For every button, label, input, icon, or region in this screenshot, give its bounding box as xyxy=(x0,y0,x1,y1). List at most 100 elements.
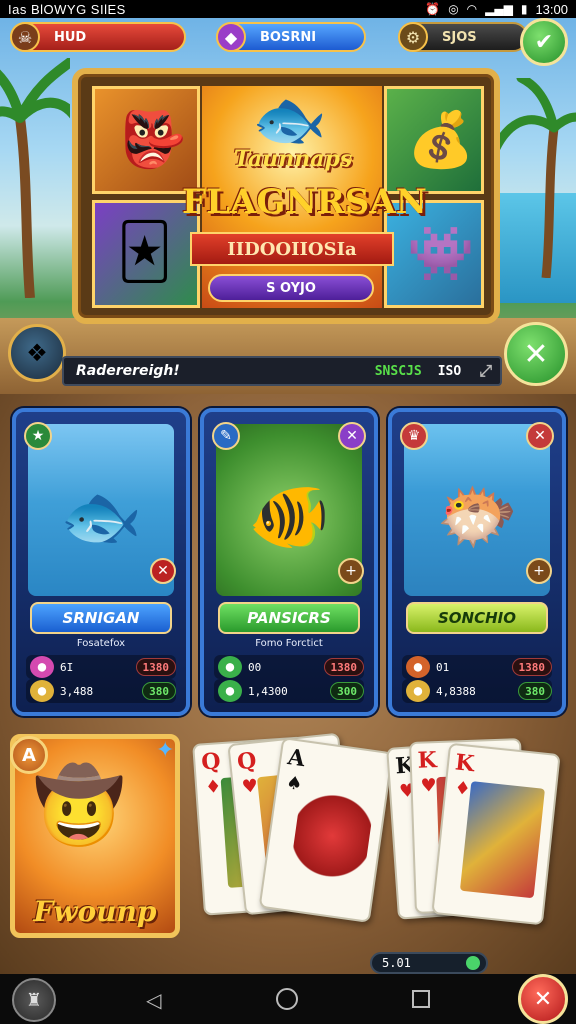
banner-panel-goblin: 👺 xyxy=(92,86,200,194)
card-1-row2-value: 380 xyxy=(142,682,176,700)
promo-badge: A xyxy=(10,736,48,774)
card-1-row-2: ● 3,488 380 xyxy=(30,680,176,702)
player-stat-value: ISO xyxy=(437,363,462,379)
alarm-icon: ⏰ xyxy=(425,2,441,16)
card-fan-icon: 🃏 xyxy=(117,220,173,283)
card-suit: ♦ xyxy=(204,776,223,799)
feather-badge-icon: ✎ xyxy=(212,422,240,450)
card-3-row1-count: 01 xyxy=(436,660,450,674)
pirate-avatar-icon: ☠ xyxy=(10,22,40,52)
expand-icon[interactable]: ⤢ xyxy=(479,361,492,381)
recent-apps-icon[interactable] xyxy=(412,990,430,1008)
top-confirm-button[interactable]: ✔ xyxy=(520,18,568,66)
card-suit: ♥ xyxy=(240,775,260,798)
card-2-play-button[interactable]: PANSICRS xyxy=(218,602,360,634)
card-2-row2-count: 1,4300 xyxy=(248,684,288,698)
home-icon[interactable] xyxy=(276,988,298,1010)
featured-banner[interactable]: 👺 🃏 🐟 💰 👾 Taunnaps FLAGNRSAN IIDOOIIOSIa… xyxy=(72,68,500,324)
coin-stack-icon: ● xyxy=(218,680,242,702)
promo-title: Fwounp xyxy=(33,895,157,928)
card-3-row2-value: 380 xyxy=(518,682,552,700)
hud-right-label: SJOS xyxy=(442,29,477,45)
sync-icon: ◎ xyxy=(448,2,459,16)
hud-left-label: HUD xyxy=(54,29,87,45)
card-2-subtitle: Fomo Forctict xyxy=(255,638,323,649)
card-3-row1-value: 1380 xyxy=(511,658,552,676)
exit-button[interactable]: ✕ xyxy=(518,974,568,1024)
add-badge-icon[interactable]: + xyxy=(338,558,364,584)
status-time: 13:00 xyxy=(535,1,568,17)
chip-indicator-icon xyxy=(466,956,480,970)
hud-mid-label: BOSRNI xyxy=(260,29,317,45)
crown-badge-icon: ♛ xyxy=(400,422,428,450)
card-1-row1-count: 6I xyxy=(60,660,74,674)
player-name: Raderereigh! xyxy=(76,363,180,379)
banner-panel-treasure: 💰 xyxy=(384,86,484,194)
card-suit: ♥ xyxy=(420,775,438,797)
remove-badge-icon[interactable]: ✕ xyxy=(150,558,176,584)
status-app-title: Ias BlOWYG SIlES xyxy=(8,1,126,17)
palm-tree-right xyxy=(496,78,576,278)
card-2-row2-value: 300 xyxy=(330,682,364,700)
status-bar: Ias BlOWYG SIlES ⏰ ◎ ◠ ▂▄▆ ▮ 13:00 xyxy=(0,0,576,18)
coin-stack-icon: ● xyxy=(30,680,54,702)
profile-button[interactable]: ♜ xyxy=(12,978,56,1022)
coin-stack-icon: ● xyxy=(406,680,430,702)
menu-badge-button[interactable]: ❖ xyxy=(8,324,66,382)
card-2-row1-count: 00 xyxy=(248,660,262,674)
card-rank: K xyxy=(453,749,476,778)
red-fish-icon: 🐡 xyxy=(436,478,519,555)
close-icon: ✕ xyxy=(533,986,553,1012)
card-3-row2-count: 4,8388 xyxy=(436,684,476,698)
card-rank: K xyxy=(417,747,438,774)
goblin-character-icon: 👺 xyxy=(119,108,187,171)
hud-player-pill[interactable]: ☠ HUD xyxy=(10,22,186,52)
card-1-row2-count: 3,488 xyxy=(60,684,94,698)
treasure-gold-icon: 💰 xyxy=(407,108,475,171)
hud-coins-pill[interactable]: ⚙ SJOS xyxy=(398,22,528,52)
tower-icon: ♜ xyxy=(25,989,43,1011)
card-1-row1-value: 1380 xyxy=(135,658,176,676)
purple-monster-icon: 👾 xyxy=(407,222,475,285)
card-rank: Q xyxy=(200,748,222,776)
card-face-art xyxy=(459,781,545,899)
signal-icon: ▂▄▆ xyxy=(485,2,513,16)
gem-icon: ◆ xyxy=(216,22,246,52)
card-rank: A xyxy=(285,744,307,773)
star-badge-icon: ★ xyxy=(24,422,52,450)
checkmark-icon: ✔ xyxy=(534,29,554,55)
game-card-1[interactable]: 🐟 ★ ✕ SRNIGAN Fosatefox ● 6I 1380 ● 3,48… xyxy=(12,408,190,716)
cross-badge-icon: ✕ xyxy=(338,422,366,450)
back-icon[interactable]: ◁ xyxy=(146,988,161,1012)
add-badge-icon[interactable]: + xyxy=(526,558,552,584)
close-x-button[interactable]: ✕ xyxy=(504,322,568,386)
chip-balance-bar: 5.01 xyxy=(370,952,488,974)
sparkle-icon: ✦ xyxy=(156,738,175,763)
gear-coin-icon: ⚙ xyxy=(398,22,428,52)
player-stat-label: SNSCJS xyxy=(374,363,422,379)
game-card-3[interactable]: 🐡 ♛ ✕ + SONCHIO ● 01 1380 ● 4,8388 380 xyxy=(388,408,566,716)
playing-card[interactable]: K ♦ xyxy=(431,742,561,926)
cowboy-couple-icon: 🤠 xyxy=(33,763,126,849)
banner-logo-title: FLAGNRSAN xyxy=(182,182,427,222)
card-rank: Q xyxy=(235,747,258,776)
playing-card[interactable]: A ♠ xyxy=(258,737,394,923)
wifi-icon: ◠ xyxy=(466,2,478,16)
chip-stack-icon: ● xyxy=(218,656,242,678)
card-3-play-button[interactable]: SONCHIO xyxy=(406,602,548,634)
card-2-row-2: ● 1,4300 300 xyxy=(218,680,364,702)
card-2-row-1: ● 00 1380 xyxy=(218,656,364,678)
status-icons: ⏰ ◎ ◠ ▂▄▆ ▮ xyxy=(425,2,527,16)
card-face-art xyxy=(287,776,377,896)
trout-fish-icon: 🐟 xyxy=(60,478,143,555)
player-info-bar: Raderereigh! SNSCJS ISO ⤢ xyxy=(62,356,502,386)
game-card-2[interactable]: 🐠 ✎ ✕ + PANSICRS Fomo Forctict ● 00 1380… xyxy=(200,408,378,716)
leaf-chip-icon: ● xyxy=(406,656,430,678)
banner-play-button[interactable]: S OYJO xyxy=(208,274,374,302)
card-3-row-2: ● 4,8388 380 xyxy=(406,680,552,702)
card-1-play-button[interactable]: SRNIGAN xyxy=(30,602,172,634)
palm-tree-left xyxy=(0,58,70,298)
chip-stack-icon: ● xyxy=(30,656,54,678)
fish-icon: 🐟 xyxy=(252,85,327,155)
hud-bonus-pill[interactable]: ◆ BOSRNI xyxy=(216,22,366,52)
